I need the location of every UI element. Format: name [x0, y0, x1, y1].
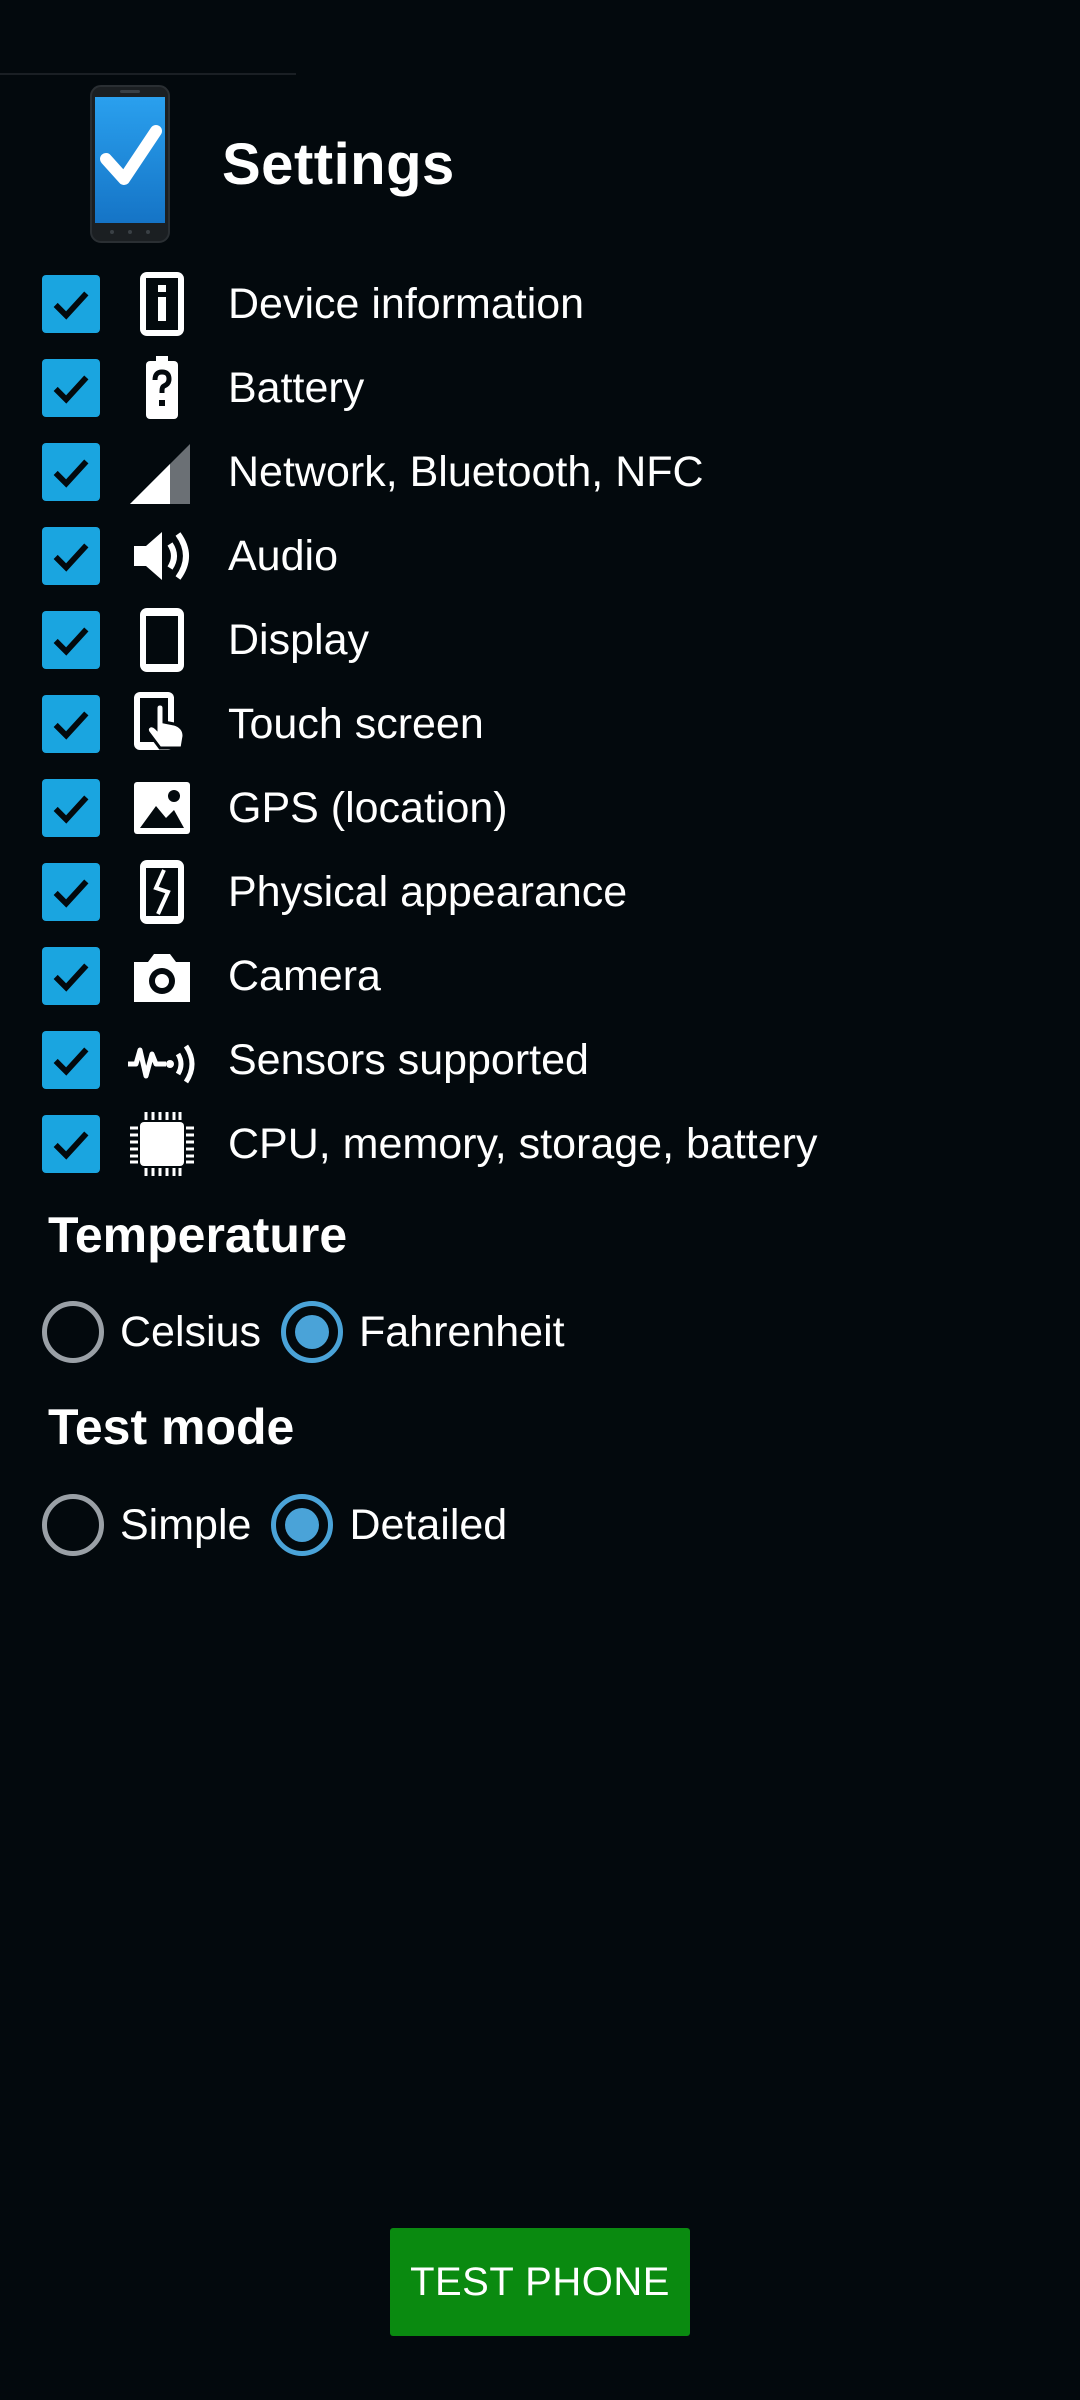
header: Settings — [90, 84, 455, 244]
test-item-sensors[interactable]: Sensors supported — [42, 1018, 1042, 1102]
radio-label-detailed[interactable]: Detailed — [349, 1501, 507, 1550]
checkmark-icon — [53, 375, 89, 404]
checkbox-touch-screen[interactable] — [42, 695, 100, 753]
checkbox-physical-appearance[interactable] — [42, 863, 100, 921]
radio-simple[interactable] — [42, 1494, 104, 1556]
checkmark-icon — [53, 1047, 89, 1076]
test-item-display[interactable]: Display — [42, 598, 1042, 682]
radio-label-fahrenheit[interactable]: Fahrenheit — [359, 1308, 565, 1357]
test-item-battery[interactable]: Battery — [42, 346, 1042, 430]
checkmark-icon — [53, 291, 89, 320]
checkmark-icon — [53, 627, 89, 656]
checkmark-icon — [53, 963, 89, 992]
speaker-icon — [126, 520, 198, 592]
checkbox-camera[interactable] — [42, 947, 100, 1005]
signal-icon — [126, 436, 198, 508]
radio-fahrenheit[interactable] — [281, 1301, 343, 1363]
radio-label-simple[interactable]: Simple — [120, 1501, 251, 1550]
checkmark-icon — [53, 543, 89, 572]
battery-icon — [126, 352, 198, 424]
display-icon — [126, 604, 198, 676]
settings-screen: Settings Device information Battery Netw… — [0, 0, 1080, 2400]
camera-icon — [126, 940, 198, 1012]
touch-icon — [126, 688, 198, 760]
test-item-label: Touch screen — [228, 699, 484, 748]
info-icon — [126, 268, 198, 340]
temperature-section-title: Temperature — [48, 1207, 348, 1263]
test-item-label: Display — [228, 615, 369, 664]
test-item-label: Audio — [228, 531, 338, 580]
test-item-network[interactable]: Network, Bluetooth, NFC — [42, 430, 1042, 514]
checkmark-icon — [53, 879, 89, 908]
test-item-touch-screen[interactable]: Touch screen — [42, 682, 1042, 766]
test-item-label: Physical appearance — [228, 867, 628, 916]
test-item-label: Camera — [228, 951, 381, 1000]
test-item-label: CPU, memory, storage, battery — [228, 1119, 818, 1168]
temperature-options: Celsius Fahrenheit — [42, 1297, 585, 1367]
test-item-device-information[interactable]: Device information — [42, 262, 1042, 346]
checkbox-display[interactable] — [42, 611, 100, 669]
test-item-label: Sensors supported — [228, 1035, 589, 1084]
test-mode-options: Simple Detailed — [42, 1490, 527, 1560]
sensor-icon — [126, 1024, 198, 1096]
checkbox-audio[interactable] — [42, 527, 100, 585]
test-item-label: Network, Bluetooth, NFC — [228, 447, 704, 496]
test-item-cpu[interactable]: CPU, memory, storage, battery — [42, 1102, 1042, 1186]
checkbox-battery[interactable] — [42, 359, 100, 417]
test-phone-button[interactable]: TEST PHONE — [390, 2228, 690, 2336]
checkbox-device-information[interactable] — [42, 275, 100, 333]
test-item-gps[interactable]: GPS (location) — [42, 766, 1042, 850]
test-mode-section-title: Test mode — [48, 1399, 295, 1455]
test-item-physical-appearance[interactable]: Physical appearance — [42, 850, 1042, 934]
image-icon — [126, 772, 198, 844]
chip-icon — [126, 1108, 198, 1180]
test-checklist: Device information Battery Network, Blue… — [42, 262, 1042, 1186]
test-item-label: GPS (location) — [228, 783, 508, 832]
test-item-label: Battery — [228, 363, 365, 412]
checkmark-icon — [53, 795, 89, 824]
radio-celsius[interactable] — [42, 1301, 104, 1363]
checkmark-icon — [53, 1131, 89, 1160]
top-divider — [0, 73, 296, 75]
checkbox-cpu[interactable] — [42, 1115, 100, 1173]
radio-detailed[interactable] — [271, 1494, 334, 1556]
checkmark-icon — [53, 459, 89, 488]
test-item-camera[interactable]: Camera — [42, 934, 1042, 1018]
test-item-label: Device information — [228, 279, 585, 328]
test-item-audio[interactable]: Audio — [42, 514, 1042, 598]
checkbox-network[interactable] — [42, 443, 100, 501]
checkbox-sensors[interactable] — [42, 1031, 100, 1089]
checkmark-icon — [53, 711, 89, 740]
broken-phone-icon — [126, 856, 198, 928]
radio-label-celsius[interactable]: Celsius — [120, 1308, 261, 1357]
phone-check-icon — [90, 85, 170, 243]
page-title: Settings — [222, 131, 455, 197]
checkbox-gps[interactable] — [42, 779, 100, 837]
